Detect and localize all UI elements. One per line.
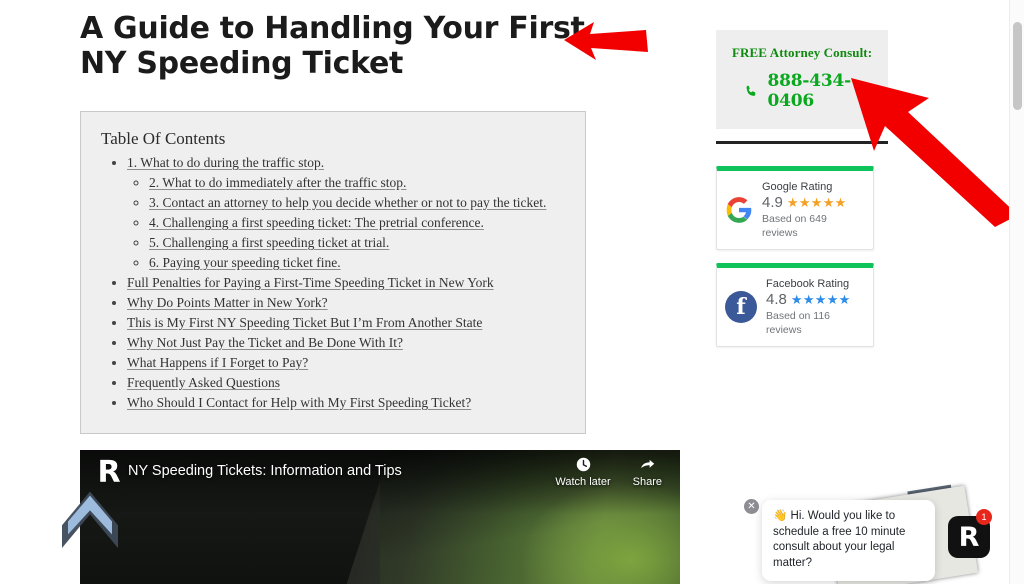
facebook-rating-title: Facebook Rating	[766, 278, 850, 290]
toc-link[interactable]: Full Penalties for Paying a First-Time S…	[127, 275, 494, 290]
list-item: 1. What to do during the traffic stop. 2…	[127, 153, 565, 273]
phone-link[interactable]: 888-434-0406	[726, 71, 878, 111]
toc-link[interactable]: What Happens if I Forget to Pay?	[127, 355, 308, 370]
facebook-rating-score: 4.8	[766, 291, 787, 308]
main-content-column: A Guide to Handling Your First NY Speedi…	[80, 0, 686, 584]
google-rating-stars: ★★★★★	[786, 195, 847, 210]
sidebar: FREE Attorney Consult: 888-434-0406 Goog…	[716, 30, 888, 347]
facebook-logo-icon: f	[725, 291, 757, 323]
toc-link[interactable]: 2. What to do immediately after the traf…	[149, 175, 406, 190]
chat-launcher-glyph: R	[958, 521, 980, 553]
video-logo-glyph: R	[97, 455, 121, 490]
phone-icon	[746, 85, 756, 96]
facebook-rating-reviews: Based on 116 reviews	[766, 310, 831, 336]
toc-link[interactable]: 6. Paying your speeding ticket fine.	[149, 255, 341, 270]
list-item: Why Not Just Pay the Ticket and Be Done …	[127, 333, 565, 353]
video-player[interactable]: R NY Speeding Tickets: Information and T…	[80, 450, 680, 584]
toc-link[interactable]: Why Do Points Matter in New York?	[127, 295, 328, 310]
google-rating-body: Google Rating 4.9 ★★★★★ Based on 649 rev…	[762, 180, 865, 240]
free-consult-label: FREE Attorney Consult:	[732, 45, 873, 60]
google-rating-title: Google Rating	[762, 181, 833, 193]
list-item: Full Penalties for Paying a First-Time S…	[127, 273, 565, 293]
toc-link[interactable]: 1. What to do during the traffic stop.	[127, 155, 324, 170]
toc-link[interactable]: 3. Contact an attorney to help you decid…	[149, 195, 546, 210]
list-item: This is My First NY Speeding Ticket But …	[127, 313, 565, 333]
page-title: A Guide to Handling Your First NY Speedi…	[80, 11, 585, 81]
video-actions: Watch later Share	[555, 456, 662, 488]
toc-link[interactable]: 4. Challenging a first speeding ticket: …	[149, 215, 484, 230]
facebook-rating-stars: ★★★★★	[790, 292, 851, 307]
scrollbar-thumb[interactable]	[1013, 22, 1022, 110]
facebook-rating-card[interactable]: f Facebook Rating 4.8 ★★★★★ Based on 116…	[716, 263, 874, 347]
google-rating-score: 4.9	[762, 194, 783, 211]
list-item: 4. Challenging a first speeding ticket: …	[149, 213, 565, 233]
toc-list: 1. What to do during the traffic stop. 2…	[101, 153, 565, 413]
page-root: A Guide to Handling Your First NY Speedi…	[0, 0, 1024, 584]
facebook-rating-body: Facebook Rating 4.8 ★★★★★ Based on 116 r…	[766, 277, 865, 337]
google-logo-icon	[726, 197, 752, 223]
sidebar-divider	[716, 141, 888, 144]
toc-link[interactable]: Who Should I Contact for Help with My Fi…	[127, 395, 471, 410]
list-item: Frequently Asked Questions	[127, 373, 565, 393]
google-rating-card[interactable]: Google Rating 4.9 ★★★★★ Based on 649 rev…	[716, 166, 874, 250]
toc-sublist: 2. What to do immediately after the traf…	[127, 173, 565, 273]
share-icon	[640, 459, 655, 469]
chat-greeting-bubble[interactable]: 👋 Hi. Would you like to schedule a free …	[762, 500, 935, 581]
table-of-contents: Table Of Contents 1. What to do during t…	[80, 111, 586, 434]
list-item: Who Should I Contact for Help with My Fi…	[127, 393, 565, 413]
list-item: Why Do Points Matter in New York?	[127, 293, 565, 313]
list-item: 2. What to do immediately after the traf…	[149, 173, 565, 193]
facebook-rating-score-row: 4.8 ★★★★★	[766, 292, 865, 308]
watch-later-button[interactable]: Watch later	[555, 456, 611, 488]
page-scrollbar[interactable]	[1009, 0, 1024, 584]
google-rating-score-row: 4.9 ★★★★★	[762, 195, 865, 211]
chat-unread-badge: 1	[976, 509, 992, 525]
google-rating-reviews: Based on 649 reviews	[762, 213, 827, 239]
video-channel-logo-icon: R	[94, 458, 124, 488]
share-button[interactable]: Share	[633, 456, 662, 488]
list-item: 5. Challenging a first speeding ticket a…	[149, 233, 565, 253]
chat-close-icon[interactable]: ✕	[744, 499, 759, 514]
phone-number[interactable]: 888-434-0406	[767, 71, 878, 111]
toc-link[interactable]: This is My First NY Speeding Ticket But …	[127, 315, 482, 330]
toc-link[interactable]: 5. Challenging a first speeding ticket a…	[149, 235, 389, 250]
facebook-logo-glyph: f	[736, 294, 746, 320]
free-consult-box: FREE Attorney Consult: 888-434-0406	[716, 30, 888, 129]
toc-link[interactable]: Frequently Asked Questions	[127, 375, 280, 390]
share-label: Share	[632, 476, 662, 488]
watch-later-label: Watch later	[555, 476, 611, 488]
toc-heading: Table Of Contents	[101, 129, 226, 148]
list-item: 6. Paying your speeding ticket fine.	[149, 253, 565, 273]
toc-link[interactable]: Why Not Just Pay the Ticket and Be Done …	[127, 335, 403, 350]
clock-icon	[576, 457, 590, 472]
list-item: What Happens if I Forget to Pay?	[127, 353, 565, 373]
video-title[interactable]: NY Speeding Tickets: Information and Tip…	[128, 463, 402, 479]
list-item: 3. Contact an attorney to help you decid…	[149, 193, 565, 213]
